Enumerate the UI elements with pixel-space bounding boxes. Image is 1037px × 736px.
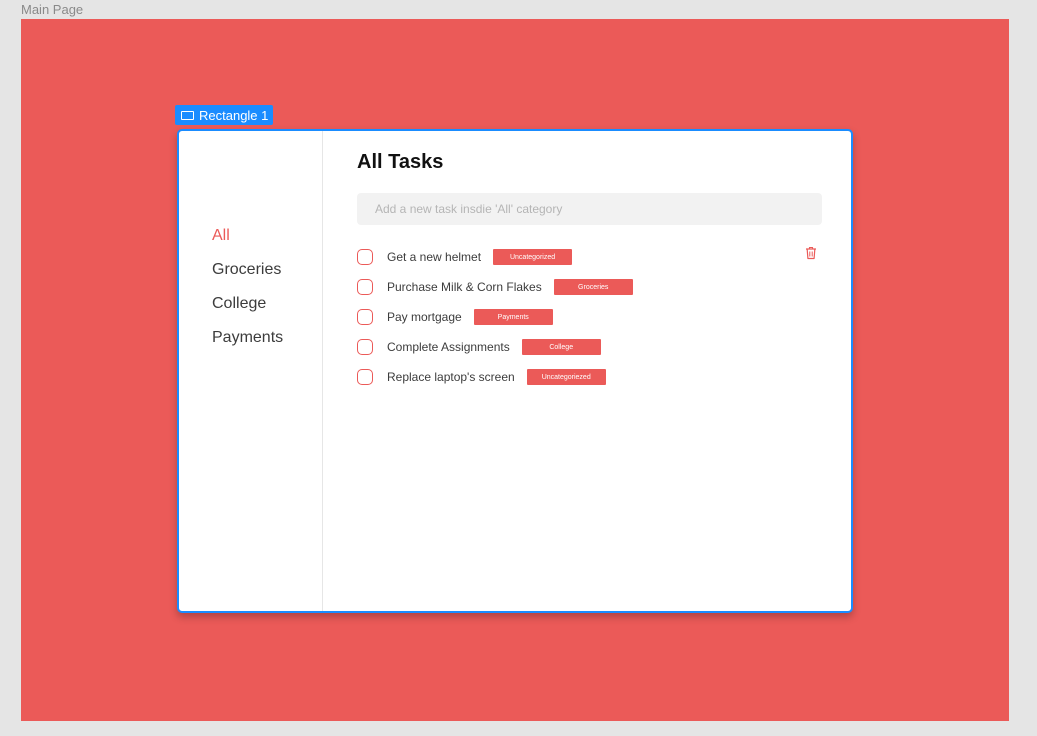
main-content: All Tasks Get a new helmet Uncategorized… xyxy=(357,131,851,611)
sidebar-item-payments[interactable]: Payments xyxy=(212,327,283,361)
task-text: Replace laptop's screen xyxy=(387,370,515,384)
todo-card[interactable]: All Groceries College Payments All Tasks… xyxy=(177,129,853,613)
task-checkbox[interactable] xyxy=(357,249,373,265)
task-item: Complete Assignments College xyxy=(357,337,827,357)
task-checkbox[interactable] xyxy=(357,309,373,325)
task-item: Get a new helmet Uncategorized xyxy=(357,247,827,267)
selection-label-text: Rectangle 1 xyxy=(199,107,269,123)
task-item: Purchase Milk & Corn Flakes Groceries xyxy=(357,277,827,297)
add-task-input[interactable] xyxy=(357,193,822,225)
task-category-tag: Uncategorized xyxy=(493,249,573,265)
frame-label: Main Page xyxy=(21,2,84,17)
task-category-tag: Uncategoriezed xyxy=(526,369,606,385)
task-text: Get a new helmet xyxy=(387,250,482,264)
task-category-tag: Payments xyxy=(473,309,553,325)
task-category-tag: College xyxy=(521,339,601,355)
task-item: Replace laptop's screen Uncategoriezed xyxy=(357,367,827,387)
selection-label[interactable]: Rectangle 1 xyxy=(175,105,274,125)
task-checkbox[interactable] xyxy=(357,369,373,385)
task-item: Pay mortgage Payments xyxy=(357,307,827,327)
task-list: Get a new helmet Uncategorized Purchase … xyxy=(357,247,827,397)
rectangle-icon xyxy=(181,110,194,120)
task-category-tag: Groceries xyxy=(553,279,633,295)
page-title: All Tasks xyxy=(357,151,444,173)
task-text: Pay mortgage xyxy=(387,310,462,324)
category-list: All Groceries College Payments xyxy=(212,225,283,361)
sidebar: All Groceries College Payments xyxy=(179,131,323,611)
task-text: Purchase Milk & Corn Flakes xyxy=(387,280,542,294)
task-text: Complete Assignments xyxy=(387,340,510,354)
task-checkbox[interactable] xyxy=(357,339,373,355)
task-checkbox[interactable] xyxy=(357,279,373,295)
sidebar-item-groceries[interactable]: Groceries xyxy=(212,259,283,293)
trash-icon[interactable] xyxy=(805,246,817,260)
sidebar-item-college[interactable]: College xyxy=(212,293,283,327)
sidebar-item-all[interactable]: All xyxy=(212,225,283,259)
